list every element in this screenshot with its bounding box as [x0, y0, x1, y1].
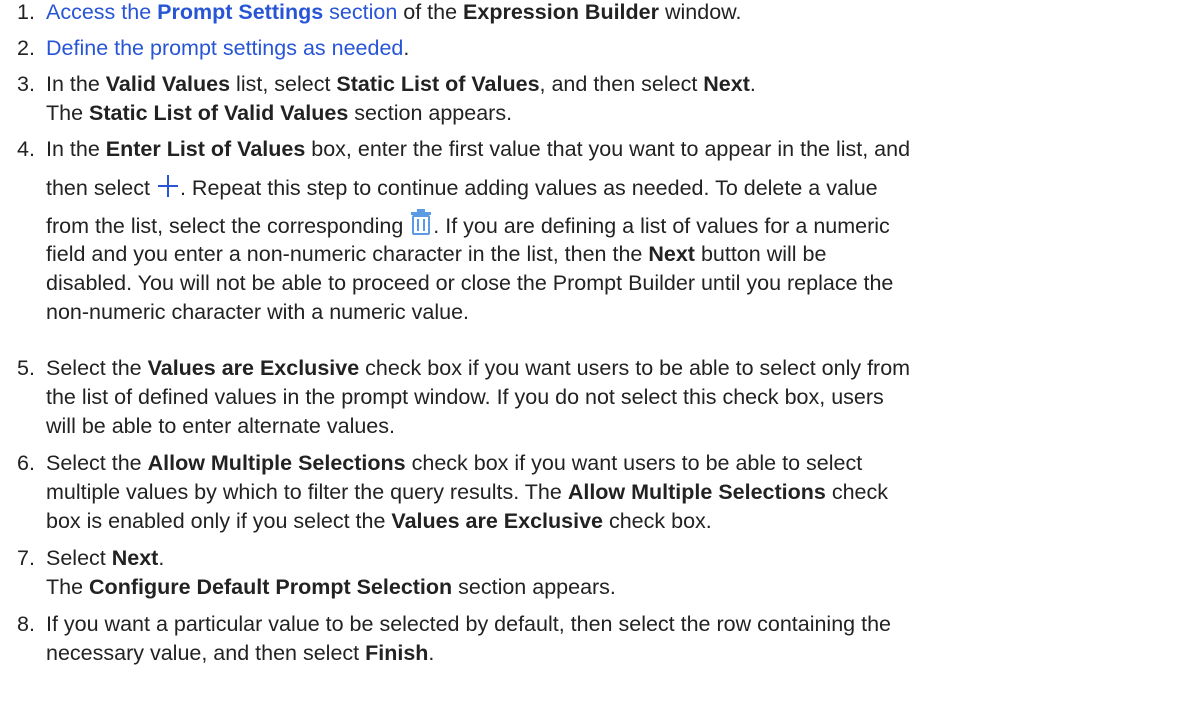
- step-text: In the Enter List of Values box, enter t…: [46, 137, 911, 324]
- step-text: Select Next. The Configure Default Promp…: [46, 546, 616, 599]
- step-text: Define the prompt settings as needed.: [46, 36, 410, 60]
- define-prompt-settings-link[interactable]: Define the prompt settings as needed: [46, 36, 403, 60]
- step-text: If you want a particular value to be sel…: [46, 612, 891, 665]
- prompt-settings-link[interactable]: Access the Prompt Settings section: [46, 0, 397, 24]
- step-number: 6.: [17, 451, 35, 475]
- step-number: 5.: [17, 356, 35, 380]
- plus-icon: [157, 174, 178, 198]
- step-number: 2.: [17, 36, 35, 60]
- step-number: 1.: [17, 0, 35, 24]
- step-text: Select the Values are Exclusive check bo…: [46, 356, 911, 438]
- step-number: 8.: [17, 612, 35, 636]
- step-number: 3.: [17, 72, 35, 96]
- step-text: Access the Prompt Settings section of th…: [46, 0, 742, 24]
- step-number: 4.: [17, 137, 35, 161]
- trash-icon: [411, 209, 432, 235]
- step-text: Select the Allow Multiple Selections che…: [46, 451, 889, 533]
- step-number: 7.: [17, 546, 35, 570]
- step-text: In the Valid Values list, select Static …: [46, 72, 756, 125]
